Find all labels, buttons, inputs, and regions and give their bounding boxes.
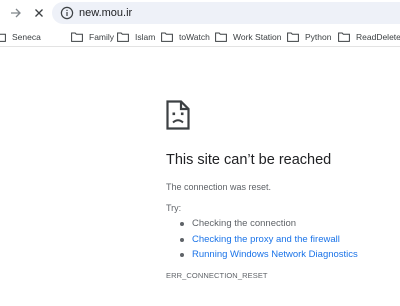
try-label: Try: <box>166 203 182 213</box>
bookmarks-bar: Seneca Family Islam toWatch Work Station… <box>0 27 400 47</box>
error-code: ERR_CONNECTION_RESET <box>166 271 268 280</box>
url-text[interactable]: new.mou.ir <box>79 6 132 20</box>
sad-document-icon <box>166 100 190 130</box>
suggestion-list: Checking the connection Checking the pro… <box>180 216 358 263</box>
bookmark-label: toWatch <box>179 32 210 42</box>
bookmark-label: ReadDelete <box>356 32 400 42</box>
bookmark-work-station[interactable]: Work Station <box>215 29 282 45</box>
error-title: This site can’t be reached <box>166 152 332 168</box>
bookmark-family[interactable]: Family <box>71 29 114 45</box>
bookmark-label: Python <box>305 32 332 42</box>
address-bar[interactable]: new.mou.ir <box>52 2 400 24</box>
bookmark-python[interactable]: Python <box>287 29 331 45</box>
folder-icon <box>161 32 173 42</box>
folder-icon <box>117 32 129 42</box>
folder-icon <box>287 32 299 42</box>
folder-icon <box>71 32 83 42</box>
suggestion-run-network-diagnostics-link[interactable]: Running Windows Network Diagnostics <box>180 247 358 263</box>
bookmark-label: Family <box>89 32 115 42</box>
bookmark-towatch[interactable]: toWatch <box>161 29 210 45</box>
folder-icon <box>338 32 350 42</box>
bookmark-label: Islam <box>135 32 156 42</box>
suggestion-check-connection: Checking the connection <box>180 216 358 232</box>
bookmark-seneca[interactable]: Seneca <box>0 29 41 45</box>
forward-arrow-icon[interactable] <box>7 4 25 22</box>
stop-loading-icon[interactable] <box>30 4 48 22</box>
bookmark-label: Work Station <box>233 32 282 42</box>
bookmark-readdelete[interactable]: ReadDelete <box>338 29 400 45</box>
suggestion-check-proxy-firewall-link[interactable]: Checking the proxy and the firewall <box>180 232 358 248</box>
info-icon[interactable] <box>60 6 74 20</box>
folder-icon <box>0 33 6 42</box>
folder-icon <box>215 32 227 42</box>
error-message: The connection was reset. <box>166 182 272 192</box>
bookmark-label: Seneca <box>12 32 41 42</box>
bookmark-islam[interactable]: Islam <box>117 29 155 45</box>
browser-toolbar: new.mou.ir <box>0 0 400 26</box>
